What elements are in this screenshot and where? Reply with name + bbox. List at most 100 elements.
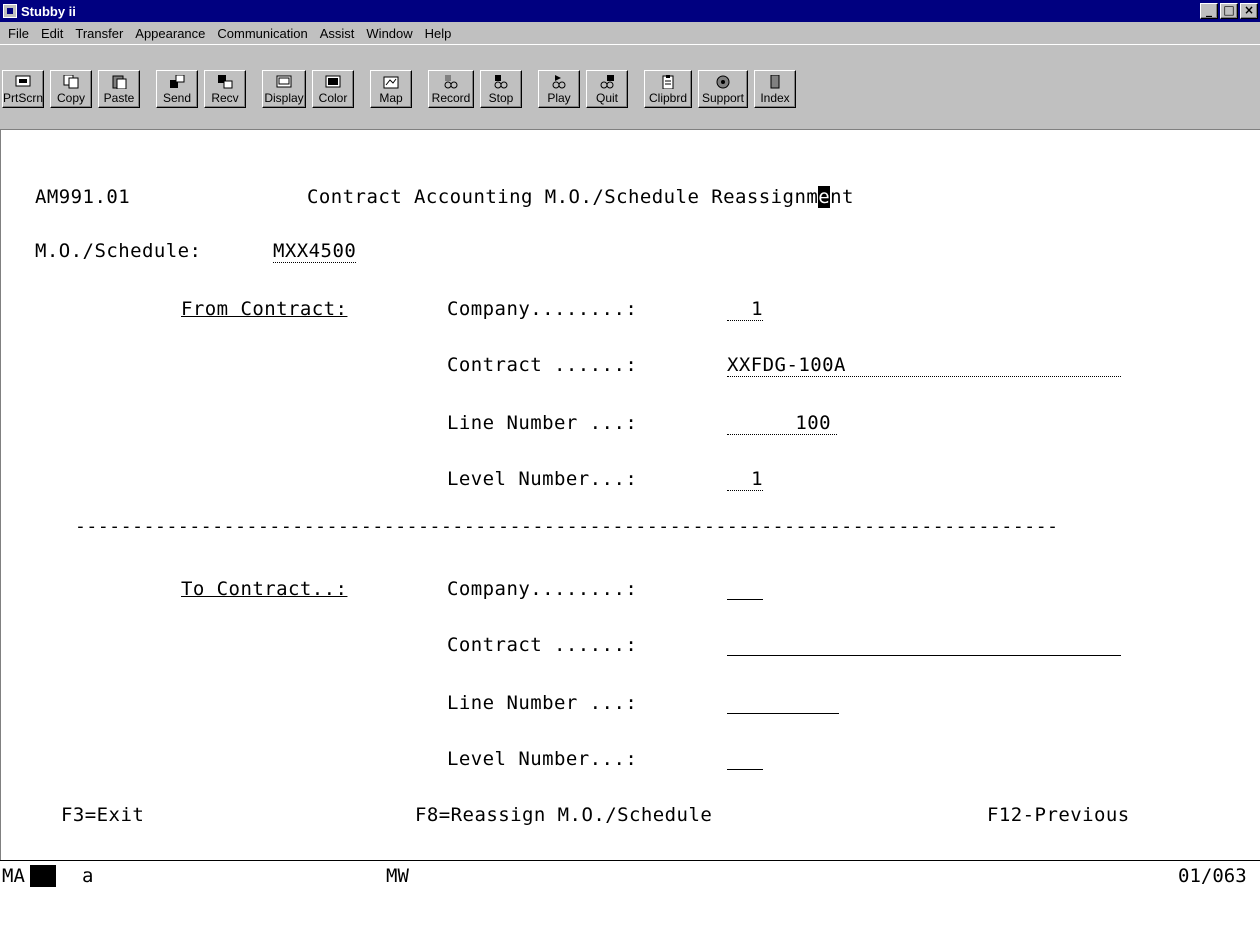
to-line-number-underline[interactable] [727,694,839,714]
to-level-number-input[interactable] [727,750,763,775]
from-company-value[interactable]: 1 [727,298,763,321]
toolbar-label: Quit [595,91,618,105]
play-button[interactable]: Play [538,70,580,108]
menu-file[interactable]: File [2,26,35,41]
to-line-number-input[interactable] [727,694,839,719]
menu-assist[interactable]: Assist [314,26,361,41]
quit-button[interactable]: Quit [586,70,628,108]
send-button[interactable]: Send [156,70,198,108]
stop-button[interactable]: Stop [480,70,522,108]
copy-button[interactable]: Copy [50,70,92,108]
play-icon [552,75,566,89]
toolbar-label: Display [264,91,304,105]
toolbar-label: Color [318,91,348,105]
from-company-label: Company........: [447,298,638,320]
toolbar-label: Copy [56,91,85,105]
to-contract-label: Contract ......: [447,634,638,656]
toolbar: PrtScrn Copy Paste Send Recv Display Col… [0,44,1260,130]
menu-communication[interactable]: Communication [211,26,313,41]
f8-reassign-key[interactable]: F8=Reassign M.O./Schedule [415,804,712,826]
toolbar-label: Map [379,91,403,105]
from-line-number-field[interactable]: 100 [727,412,837,435]
toolbar-label: Stop [488,91,514,105]
receive-icon [218,75,233,89]
record-button[interactable]: Record [428,70,474,108]
to-level-number-underline[interactable] [727,750,763,770]
toolbar-label: Support [701,91,745,105]
cursor-position: 01/063 [1178,865,1247,887]
screen-title: Contract Accounting M.O./Schedule Reassi… [307,186,854,208]
mo-schedule-field[interactable]: MXX4500 [273,240,357,263]
to-company-input[interactable] [727,580,763,605]
title-bar[interactable]: Stubby ii _ □ × [0,0,1260,22]
support-button[interactable]: Support [698,70,748,108]
to-contract-heading: To Contract..: [181,578,348,600]
index-icon [770,75,780,89]
menu-edit[interactable]: Edit [35,26,69,41]
toolbar-label: Send [162,91,192,105]
from-contract-value[interactable]: XXFDG-100A [727,354,1121,377]
toolbar-label: PrtScrn [3,91,44,105]
printscreen-icon [15,75,31,87]
from-contract-heading: From Contract: [181,298,348,320]
terminal-screen[interactable]: AM991.01 Contract Accounting M.O./Schedu… [0,130,1260,860]
color-button[interactable]: Color [312,70,354,108]
copy-icon [63,75,79,89]
app-icon[interactable] [3,4,17,18]
quit-icon [600,75,614,89]
menu-appearance[interactable]: Appearance [129,26,211,41]
printscreen-button[interactable]: PrtScrn [2,70,44,108]
f12-previous-key[interactable]: F12-Previous [987,804,1130,826]
menu-help[interactable]: Help [419,26,458,41]
support-icon [716,75,730,89]
paste-button[interactable]: Paste [98,70,140,108]
f3-exit-key[interactable]: F3=Exit [61,804,144,826]
screen-title-text: Contract Accounting M.O./Schedule Reassi… [307,186,819,208]
terminal-window: Stubby ii _ □ × File Edit Transfer Appea… [0,0,1260,939]
from-line-number-value[interactable]: 100 [727,412,837,435]
mo-schedule-value[interactable]: MXX4500 [273,240,357,263]
section-divider: ----------------------------------------… [75,516,1059,537]
toolbar-label: Index [760,91,790,105]
from-level-number-label: Level Number...: [447,468,638,490]
program-id: AM991.01 [35,186,131,208]
to-company-underline[interactable] [727,580,763,600]
from-level-number-value[interactable]: 1 [727,468,763,491]
message-waiting-indicator: MW [386,865,409,887]
mo-schedule-label: M.O./Schedule: [35,240,202,262]
window-title: Stubby ii [21,3,76,19]
from-line-number-label: Line Number ...: [447,412,638,434]
record-icon [444,75,458,89]
from-contract-label: Contract ......: [447,354,638,376]
clipboard-button[interactable]: Clipbrd [644,70,692,108]
from-company-field[interactable]: 1 [727,298,763,321]
map-icon [383,76,399,89]
to-line-number-label: Line Number ...: [447,692,638,714]
status-block-cursor [30,865,56,887]
menu-window[interactable]: Window [360,26,418,41]
text-cursor: e [818,186,831,208]
color-icon [325,75,341,88]
operator-status-bar: MA a MW 01/063 [0,860,1260,939]
close-button[interactable]: × [1240,3,1258,19]
screen-title-end: nt [830,186,854,208]
from-contract-field[interactable]: XXFDG-100A [727,354,1121,377]
toolbar-label: Clipbrd [648,91,687,105]
to-company-label: Company........: [447,578,638,600]
index-button[interactable]: Index [754,70,796,108]
toolbar-label: Recv [211,91,239,105]
menu-transfer[interactable]: Transfer [69,26,129,41]
session-indicator: MA [2,865,25,887]
menu-bar: File Edit Transfer Appearance Communicat… [0,22,1260,44]
to-contract-input[interactable] [727,636,1121,661]
to-contract-underline[interactable] [727,636,1121,656]
toolbar-label: Record [431,91,471,105]
receive-button[interactable]: Recv [204,70,246,108]
map-button[interactable]: Map [370,70,412,108]
clipboard-icon [662,75,674,89]
maximize-button[interactable]: □ [1220,3,1238,19]
display-button[interactable]: Display [262,70,306,108]
toolbar-label: Paste [103,91,135,105]
from-level-number-field[interactable]: 1 [727,468,763,491]
minimize-button[interactable]: _ [1200,3,1218,19]
